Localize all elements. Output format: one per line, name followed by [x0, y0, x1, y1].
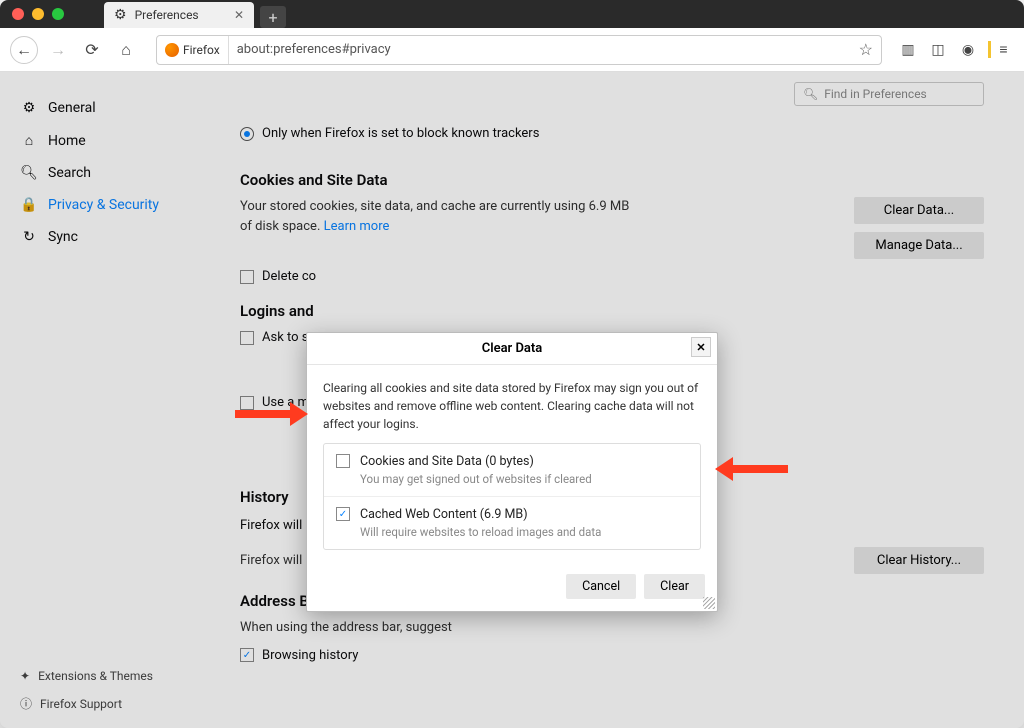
option-cache[interactable]: ✓ Cached Web Content (6.9 MB) Will requi…	[324, 497, 700, 549]
clear-data-dialog: Clear Data ✕ Clearing all cookies and si…	[306, 332, 718, 612]
url-bar[interactable]: Firefox about:preferences#privacy ☆	[156, 35, 882, 65]
dialog-options: Cookies and Site Data (0 bytes) You may …	[323, 443, 701, 550]
menu-hamburger-icon[interactable]: ≡	[988, 41, 1008, 58]
cache-checkbox[interactable]: ✓	[336, 507, 350, 521]
content: ⚙General ⌂Home 🔍︎Search 🔒Privacy & Secur…	[0, 72, 1024, 728]
clear-button[interactable]: Clear	[644, 574, 705, 599]
annotation-arrow-checkbox	[235, 402, 308, 426]
forward-button[interactable]: →	[44, 36, 72, 64]
browser-window: ⚙ Preferences ✕ + ← → ⟳ ⌂ Firefox about:…	[0, 0, 1024, 728]
maximize-window-button[interactable]	[52, 8, 64, 20]
account-icon[interactable]: ◉	[958, 42, 978, 58]
new-tab-button[interactable]: +	[260, 6, 286, 28]
window-controls	[0, 8, 64, 20]
bookmark-star-icon[interactable]: ☆	[851, 40, 881, 59]
cancel-button[interactable]: Cancel	[566, 574, 636, 599]
close-window-button[interactable]	[12, 8, 24, 20]
tab-preferences[interactable]: ⚙ Preferences ✕	[104, 2, 254, 28]
dialog-title: Clear Data	[482, 341, 543, 356]
option-sublabel: Will require websites to reload images a…	[360, 525, 601, 539]
identity-badge[interactable]: Firefox	[157, 36, 229, 64]
dialog-description: Clearing all cookies and site data store…	[323, 379, 701, 433]
identity-label: Firefox	[183, 43, 220, 57]
home-button[interactable]: ⌂	[112, 36, 140, 64]
back-button[interactable]: ←	[10, 36, 38, 64]
option-sublabel: You may get signed out of websites if cl…	[360, 472, 592, 486]
dialog-title-bar: Clear Data ✕	[307, 333, 717, 365]
resize-grip[interactable]	[703, 597, 715, 609]
minimize-window-button[interactable]	[32, 8, 44, 20]
option-cookies[interactable]: Cookies and Site Data (0 bytes) You may …	[324, 444, 700, 497]
option-label: Cookies and Site Data (0 bytes)	[360, 454, 592, 469]
firefox-icon	[165, 43, 179, 57]
annotation-arrow-clear	[715, 457, 788, 481]
cookies-checkbox[interactable]	[336, 454, 350, 468]
dialog-close-button[interactable]: ✕	[691, 337, 711, 357]
toolbar: ← → ⟳ ⌂ Firefox about:preferences#privac…	[0, 28, 1024, 72]
tab-strip: ⚙ Preferences ✕ +	[104, 0, 286, 28]
library-icon[interactable]: ▥	[898, 42, 918, 58]
reload-button[interactable]: ⟳	[78, 36, 106, 64]
close-tab-icon[interactable]: ✕	[234, 8, 244, 22]
sidebar-icon[interactable]: ◫	[928, 42, 948, 58]
tab-title: Preferences	[135, 8, 199, 22]
toolbar-right: ▥ ◫ ◉ ≡	[898, 41, 1014, 58]
titlebar: ⚙ Preferences ✕ +	[0, 0, 1024, 28]
option-label: Cached Web Content (6.9 MB)	[360, 507, 601, 522]
url-text: about:preferences#privacy	[229, 42, 851, 57]
gear-icon: ⚙	[114, 7, 127, 23]
